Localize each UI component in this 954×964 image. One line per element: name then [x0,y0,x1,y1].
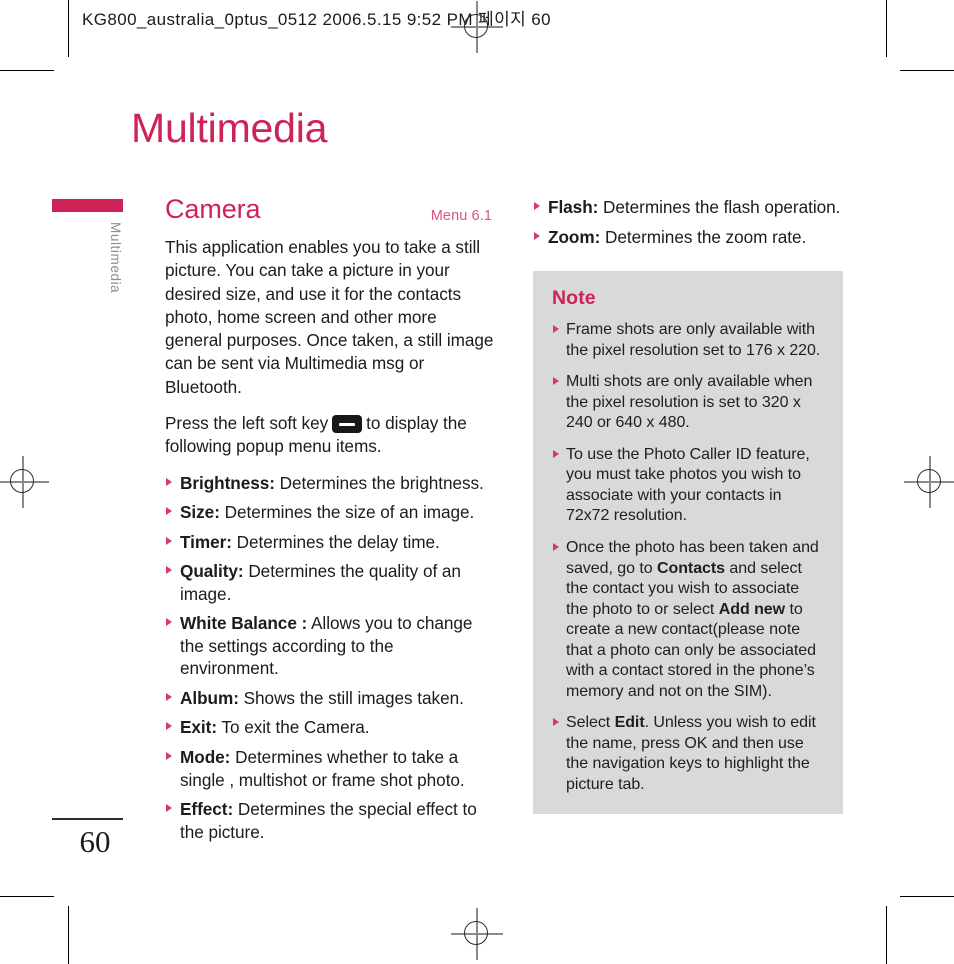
menu-item-term: Quality: [180,561,244,582]
chapter-thumb-tab-label: Multimedia [108,222,123,294]
menu-item: Flash: Determines the flash operation. [533,196,863,219]
menu-item-term: Zoom: [548,226,601,247]
menu-item: Brightness: Determines the brightness. [165,472,495,495]
note-emphasis: Edit [614,714,645,732]
softkey-text-before: Press the left soft key [165,413,329,434]
menu-item-term: Size: [180,502,220,523]
right-column: Flash: Determines the flash operation. Zo… [533,196,863,814]
chapter-thumb-tab-bar [52,199,123,212]
note-text: Select [566,714,615,732]
menu-item-description: Determines the size of an image. [219,502,475,523]
left-soft-key-icon [332,415,363,434]
camera-menu-list-left: Brightness: Determines the brightness. Si… [165,472,495,843]
note-list: Frame shots are only available with the … [552,320,824,795]
menu-item: Album: Shows the still images taken. [165,687,495,710]
menu-item-term: Effect: [180,799,234,820]
menu-item-term: Timer: [180,531,232,552]
page-number: 60 [79,824,111,859]
section-intro-paragraph: This application enables you to take a s… [165,237,494,397]
menu-item-term: Album: [180,687,239,708]
note-text: Multi shots are only available when the … [566,373,813,432]
section-header: Camera Menu 6.1 [165,196,495,236]
note-item: Multi shots are only available when the … [552,372,824,434]
note-title: Note [552,287,596,310]
menu-item-description: Determines the flash operation. [598,197,841,217]
menu-item-term: White Balance : [180,613,308,634]
menu-reference: Menu 6.1 [430,208,492,224]
softkey-instruction-paragraph: Press the left soft key to display the fo… [165,412,495,459]
camera-menu-list-right: Flash: Determines the flash operation. Zo… [533,196,863,248]
note-emphasis: Contacts [656,559,726,577]
left-column: Camera Menu 6.1 This application enables… [165,196,495,843]
section-title: Camera [165,194,261,224]
menu-item: Size: Determines the size of an image. [165,501,495,524]
menu-item: White Balance : Allows you to change the… [165,612,495,680]
note-item: Frame shots are only available with the … [552,320,824,361]
note-emphasis: Add new [718,600,786,618]
menu-item-term: Brightness: [180,472,275,493]
note-item: To use the Photo Caller ID feature, you … [552,445,824,527]
note-item: Select Edit. Unless you wish to edit the… [552,713,824,795]
note-text: To use the Photo Caller ID feature, you … [566,445,810,525]
menu-item-description: Determines the zoom rate. [600,226,807,247]
menu-item-term: Exit: [180,717,217,738]
menu-item: Zoom: Determines the zoom rate. [533,226,863,249]
menu-item-term: Flash: [548,197,599,217]
menu-item: Mode: Determines whether to take a singl… [165,746,495,791]
folio-rule [52,818,123,820]
menu-item: Exit: To exit the Camera. [165,716,495,739]
menu-item: Effect: Determines the special effect to… [165,798,495,843]
menu-item-description: To exit the Camera. [217,717,370,738]
page-title: Multimedia [131,105,328,151]
menu-item: Timer: Determines the delay time. [165,531,495,554]
menu-item-description: Determines the brightness. [274,472,484,493]
note-item: Once the photo has been taken and saved,… [552,538,824,702]
menu-item-term: Mode: [180,746,231,767]
menu-item-description: Shows the still images taken. [238,687,464,708]
note-text: Frame shots are only available with the … [566,321,821,359]
note-box: Note Frame shots are only available with… [533,271,843,814]
menu-item: Quality: Determines the quality of an im… [165,560,495,605]
menu-item-description: Determines the delay time. [231,531,440,552]
manual-page: Multimedia Multimedia Camera Menu 6.1 Th… [0,0,954,964]
